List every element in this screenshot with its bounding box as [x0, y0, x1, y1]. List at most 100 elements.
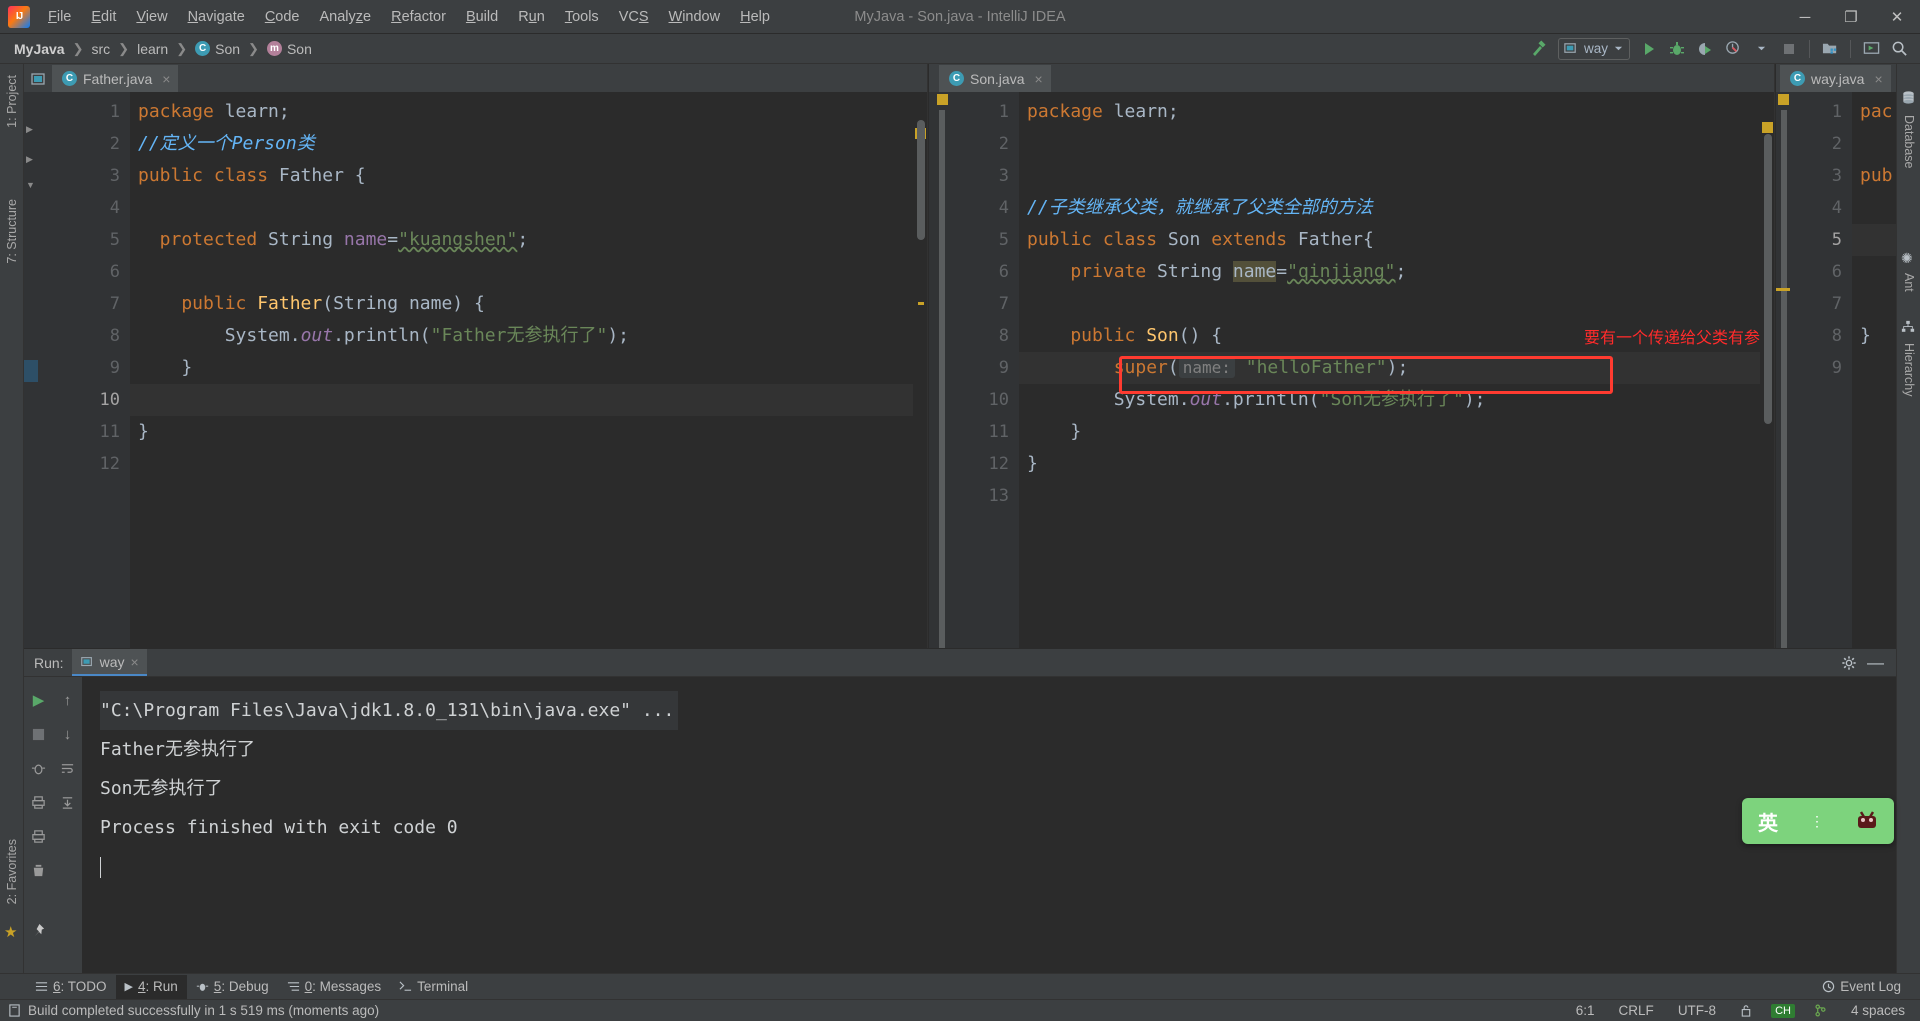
breadcrumb: MyJava ❯ src ❯ learn ❯ C Son ❯ m Son [0, 40, 316, 58]
ime-popup[interactable]: 英 ⋮ [1742, 798, 1894, 844]
line-number: 3 [109, 166, 120, 186]
sidebar-item-database[interactable]: Database [1899, 110, 1919, 174]
profiler-icon[interactable] [1720, 37, 1746, 61]
bottom-tab-debug[interactable]: 5: Debug [187, 975, 278, 999]
menu-view[interactable]: View [126, 6, 177, 28]
breadcrumb-method[interactable]: m Son [263, 40, 316, 58]
code-line-8: System.out.println("Father无参执行了"); [138, 325, 630, 346]
warning-stripe-mark[interactable] [1762, 122, 1773, 133]
menu-navigate[interactable]: Navigate [178, 6, 255, 28]
console-line: Son无参执行了 [100, 778, 223, 799]
error-stripe-son[interactable] [1760, 120, 1774, 648]
caret-position[interactable]: 6:1 [1571, 1001, 1600, 1020]
print-all-icon[interactable] [24, 821, 53, 851]
run-with-coverage-icon[interactable] [1692, 37, 1718, 61]
rerun-icon[interactable]: ▶ [24, 685, 53, 715]
editor-scrollbar-thumb[interactable] [1764, 134, 1772, 424]
stop-icon[interactable] [24, 719, 53, 749]
code-content-father[interactable]: package learn; //定义一个Person类 public clas… [130, 92, 927, 648]
close-icon[interactable]: × [130, 654, 138, 670]
run-tab-way[interactable]: way × [71, 649, 147, 676]
project-structure-icon[interactable] [1817, 37, 1843, 61]
expand-arrow-icon[interactable]: ▶ [26, 124, 33, 135]
editor-layout-icon[interactable] [24, 65, 52, 92]
run-configuration-selector[interactable]: way [1557, 37, 1630, 60]
menu-run[interactable]: Run [508, 6, 555, 28]
minimize-button[interactable]: ─ [1782, 0, 1828, 34]
menu-tools[interactable]: Tools [555, 6, 609, 28]
editor-way[interactable]: 1 2 3 4 5 6 7 8 9 pac pub} [1776, 92, 1896, 648]
tab-son-java[interactable]: C Son.java × [939, 65, 1051, 92]
warning-stripe-mark[interactable] [918, 302, 924, 305]
breadcrumb-separator: ❯ [72, 40, 84, 56]
menu-file[interactable]: FFileile [38, 6, 81, 28]
menu-analyze[interactable]: Analyze [310, 6, 382, 28]
error-stripe-father[interactable] [913, 120, 927, 648]
search-everywhere-icon[interactable] [1886, 37, 1912, 61]
unlock-icon[interactable] [1735, 1002, 1757, 1019]
git-branch-icon[interactable] [1809, 1002, 1832, 1019]
collapse-arrow-icon[interactable]: ▼ [26, 180, 35, 190]
stop-icon[interactable] [1776, 37, 1802, 61]
breadcrumb-project[interactable]: MyJava [10, 40, 69, 58]
close-icon[interactable]: × [1874, 71, 1882, 87]
sidebar-item-hierarchy[interactable]: Hierarchy [1899, 338, 1919, 402]
maximize-button[interactable]: ❐ [1828, 0, 1874, 34]
sidebar-item-project[interactable]: 1: Project [2, 70, 22, 133]
debug-icon[interactable] [1664, 37, 1690, 61]
close-icon[interactable]: × [162, 71, 170, 87]
editor-scrollbar-thumb[interactable] [917, 120, 925, 240]
debugger-icon[interactable] [24, 753, 53, 783]
build-hammer-icon[interactable] [1526, 37, 1552, 61]
file-encoding[interactable]: UTF-8 [1673, 1001, 1721, 1020]
console-output[interactable]: "C:\Program Files\Java\jdk1.8.0_131\bin\… [82, 677, 1896, 981]
line-separator[interactable]: CRLF [1614, 1001, 1659, 1020]
breadcrumb-class[interactable]: C Son [191, 40, 244, 58]
line-number: 10 [988, 390, 1009, 410]
gear-icon[interactable] [1841, 655, 1857, 671]
code-content-way[interactable]: pac pub } [1852, 92, 1896, 648]
sidebar-item-ant[interactable]: Ant [1899, 268, 1919, 297]
bottom-tab-terminal[interactable]: Terminal [390, 975, 477, 999]
bottom-tab-messages[interactable]: 0: Messages [278, 975, 391, 999]
clear-all-icon[interactable] [24, 855, 53, 885]
menu-vcs[interactable]: VCS [609, 6, 659, 28]
chevron-down-icon[interactable] [1748, 37, 1774, 61]
run-icon[interactable] [1636, 37, 1662, 61]
line-number: 1 [109, 102, 120, 122]
scroll-up-icon[interactable]: ↑ [53, 685, 82, 715]
bottom-tab-key: 6 [53, 979, 61, 994]
code-line-4: //子类继承父类，就继承了父类全部的方法 [1027, 197, 1373, 218]
tab-way-java[interactable]: C way.java × [1780, 65, 1891, 92]
scroll-to-end-icon[interactable] [53, 787, 82, 817]
event-log-button[interactable]: Event Log [1813, 975, 1910, 999]
editor-son[interactable]: 1 2 3 4 5 6 7 8 9 10 11 12 13 package le… [929, 92, 1774, 648]
sidebar-item-structure[interactable]: 7: Structure [2, 194, 22, 269]
tab-father-java[interactable]: C Father.java × [52, 65, 179, 92]
scroll-down-icon[interactable]: ↓ [53, 719, 82, 749]
soft-wrap-icon[interactable] [53, 753, 82, 783]
breadcrumb-src[interactable]: src [88, 40, 115, 58]
expand-arrow-icon[interactable]: ▶ [26, 154, 33, 165]
menu-window[interactable]: Window [659, 6, 731, 28]
indent-setting[interactable]: 4 spaces [1846, 1001, 1910, 1020]
menu-edit[interactable]: Edit [81, 6, 126, 28]
ime-indicator[interactable]: CH [1771, 1003, 1795, 1018]
menu-refactor[interactable]: Refactor [381, 6, 456, 28]
bottom-tab-run[interactable]: ▶ 4: Run [115, 974, 187, 999]
bottom-tab-todo[interactable]: 6: TODO [26, 975, 116, 999]
print-icon[interactable] [24, 787, 53, 817]
close-button[interactable]: ✕ [1874, 0, 1920, 34]
menu-build[interactable]: Build [456, 6, 508, 28]
code-content-son[interactable]: package learn; //子类继承父类，就继承了父类全部的方法 publ… [1019, 92, 1774, 648]
close-icon[interactable]: × [1034, 71, 1042, 87]
editor-father[interactable]: ▶ ▶ ▼ 1 2 3 4 5 6 7 8 9 10 11 12 package… [24, 92, 927, 648]
menu-help[interactable]: Help [730, 6, 780, 28]
sidebar-item-favorites[interactable]: 2: Favorites [2, 834, 22, 909]
breadcrumb-package[interactable]: learn [133, 40, 172, 58]
pin-icon[interactable] [24, 915, 53, 945]
line-number-gutter-son: 1 2 3 4 5 6 7 8 9 10 11 12 13 [949, 92, 1019, 648]
minimize-icon[interactable]: — [1867, 654, 1884, 671]
menu-code[interactable]: Code [255, 6, 310, 28]
update-project-icon[interactable] [1858, 37, 1884, 61]
